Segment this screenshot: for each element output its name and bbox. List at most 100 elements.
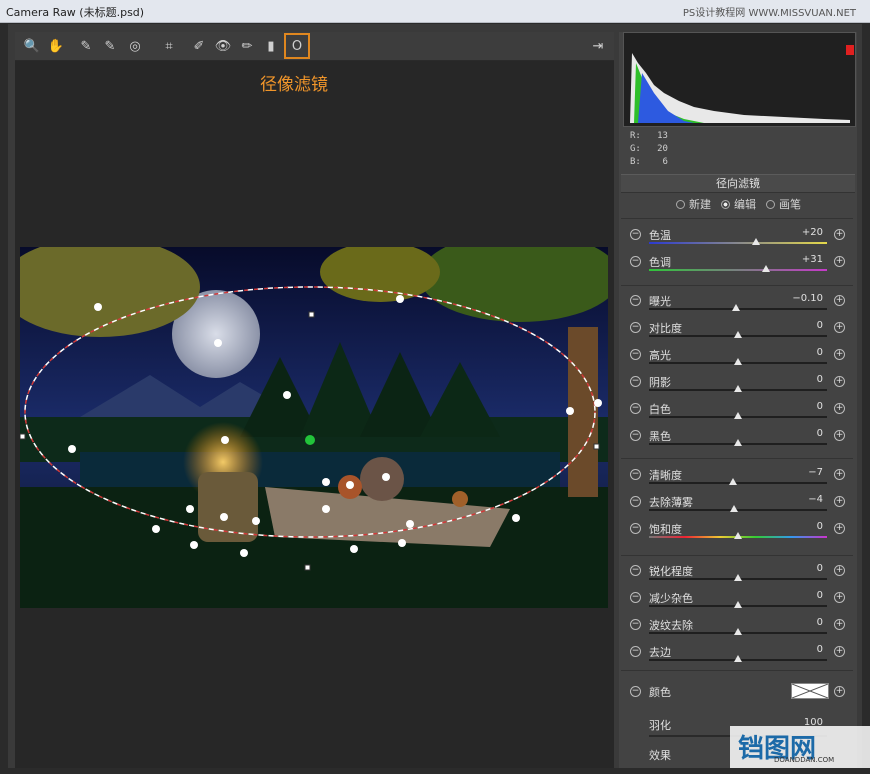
spot-removal-tool-icon[interactable]: ✐ <box>188 35 210 57</box>
radio-brush[interactable] <box>766 199 775 209</box>
exposure-slider-thumb[interactable] <box>732 304 741 311</box>
tint-track[interactable] <box>649 269 827 271</box>
b-label: B: <box>630 157 641 167</box>
clarity-track[interactable] <box>649 482 827 484</box>
exposure-value[interactable]: −0.10 <box>777 293 823 304</box>
slider-row-highlights: − 高光 0 + <box>627 347 849 374</box>
radio-edit[interactable] <box>721 199 730 209</box>
defringe-minus-icon[interactable]: − <box>630 646 641 657</box>
highlights-value[interactable]: 0 <box>777 347 823 358</box>
saturation-value[interactable]: 0 <box>777 521 823 532</box>
tint-value[interactable]: +31 <box>777 254 823 265</box>
b-value: 6 <box>662 157 668 167</box>
temp-track[interactable] <box>649 242 827 244</box>
mode-new[interactable]: 新建 <box>676 196 711 212</box>
sharpness-slider-thumb[interactable] <box>734 574 742 581</box>
sharpness-minus-icon[interactable]: − <box>630 565 641 576</box>
moire-value[interactable]: 0 <box>777 617 823 628</box>
slider-row-whites: − 白色 0 + <box>627 401 849 428</box>
noise-value[interactable]: 0 <box>777 590 823 601</box>
radial-filter-tool-icon[interactable]: O <box>284 33 310 59</box>
targeted-adjustment-tool-icon[interactable]: ◎ <box>124 35 146 57</box>
slider-row-sharpness: − 锐化程度 0 + <box>627 563 849 590</box>
shadows-slider-thumb[interactable] <box>734 385 742 392</box>
slider-row-clarity: − 清晰度 −7 + <box>627 467 849 494</box>
exposure-minus-icon[interactable]: − <box>630 295 641 306</box>
sharpness-value[interactable]: 0 <box>777 563 823 574</box>
annotation-label: 径像滤镜 <box>260 75 328 95</box>
whites-value[interactable]: 0 <box>777 401 823 412</box>
clarity-minus-icon[interactable]: − <box>630 469 641 480</box>
window-titlebar: Camera Raw (未标题.psd) PS设计教程网 WWW.MISSVUA… <box>0 0 870 23</box>
color-plus-icon[interactable]: + <box>834 686 845 697</box>
shadows-minus-icon[interactable]: − <box>630 376 641 387</box>
site-logo: 铛图网 DOANDDAN.COM <box>730 726 870 768</box>
saturation-minus-icon[interactable]: − <box>630 523 641 534</box>
whites-minus-icon[interactable]: − <box>630 403 641 414</box>
noise-slider-thumb[interactable] <box>734 601 742 608</box>
white-balance-tool-icon[interactable]: ✎ <box>75 35 97 57</box>
moire-slider-thumb[interactable] <box>734 628 742 635</box>
clarity-value[interactable]: −7 <box>777 467 823 478</box>
contrast-value[interactable]: 0 <box>777 320 823 331</box>
mode-edit[interactable]: 编辑 <box>721 196 756 212</box>
temp-minus-icon[interactable]: − <box>630 229 641 240</box>
defringe-plus-icon[interactable]: + <box>834 646 845 657</box>
red-eye-tool-icon[interactable]: 👁 <box>212 35 234 57</box>
moire-plus-icon[interactable]: + <box>834 619 845 630</box>
adjustment-brush-tool-icon[interactable]: ✏ <box>236 35 258 57</box>
window-title: Camera Raw (未标题.psd) <box>6 6 145 19</box>
shadows-label: 阴影 <box>649 376 671 389</box>
saturation-slider-thumb[interactable] <box>734 532 742 539</box>
zoom-tool-icon[interactable]: 🔍 <box>21 35 43 57</box>
dehaze-plus-icon[interactable]: + <box>834 496 845 507</box>
moire-minus-icon[interactable]: − <box>630 619 641 630</box>
noise-plus-icon[interactable]: + <box>834 592 845 603</box>
defringe-value[interactable]: 0 <box>777 644 823 655</box>
slider-row-shadows: − 阴影 0 + <box>627 374 849 401</box>
dehaze-minus-icon[interactable]: − <box>630 496 641 507</box>
temp-value[interactable]: +20 <box>777 227 823 238</box>
preview-image[interactable] <box>20 247 608 608</box>
shadows-value[interactable]: 0 <box>777 374 823 385</box>
clarity-label: 清晰度 <box>649 469 682 482</box>
crop-tool-icon[interactable]: ⌗ <box>158 35 180 57</box>
contrast-minus-icon[interactable]: − <box>630 322 641 333</box>
temp-slider-thumb[interactable] <box>751 238 760 245</box>
radio-new[interactable] <box>676 199 685 209</box>
highlights-minus-icon[interactable]: − <box>630 349 641 360</box>
color-swatch[interactable] <box>791 683 829 699</box>
contrast-plus-icon[interactable]: + <box>834 322 845 333</box>
blacks-minus-icon[interactable]: − <box>630 430 641 441</box>
shadows-plus-icon[interactable]: + <box>834 376 845 387</box>
contrast-slider-thumb[interactable] <box>734 331 742 338</box>
whites-plus-icon[interactable]: + <box>834 403 845 414</box>
tint-slider-thumb[interactable] <box>762 265 771 272</box>
graduated-filter-tool-icon[interactable]: ▮ <box>260 35 282 57</box>
blacks-plus-icon[interactable]: + <box>834 430 845 441</box>
blacks-slider-thumb[interactable] <box>734 439 742 446</box>
open-preferences-icon[interactable]: ⇥ <box>587 35 609 57</box>
noise-label: 减少杂色 <box>649 592 693 605</box>
hand-tool-icon[interactable]: ✋ <box>45 35 67 57</box>
defringe-slider-thumb[interactable] <box>734 655 742 662</box>
color-sampler-tool-icon[interactable]: ✎ <box>99 35 121 57</box>
noise-minus-icon[interactable]: − <box>630 592 641 603</box>
color-minus-icon[interactable]: − <box>630 686 641 697</box>
dehaze-value[interactable]: −4 <box>777 494 823 505</box>
mode-brush[interactable]: 画笔 <box>766 196 801 212</box>
dehaze-slider-thumb[interactable] <box>730 505 739 512</box>
whites-slider-thumb[interactable] <box>734 412 742 419</box>
highlights-plus-icon[interactable]: + <box>834 349 845 360</box>
clarity-slider-thumb[interactable] <box>728 478 737 485</box>
sharpness-plus-icon[interactable]: + <box>834 565 845 576</box>
exposure-plus-icon[interactable]: + <box>834 295 845 306</box>
tint-plus-icon[interactable]: + <box>834 256 845 267</box>
g-value: 20 <box>657 144 668 154</box>
tint-minus-icon[interactable]: − <box>630 256 641 267</box>
clarity-plus-icon[interactable]: + <box>834 469 845 480</box>
saturation-plus-icon[interactable]: + <box>834 523 845 534</box>
temp-plus-icon[interactable]: + <box>834 229 845 240</box>
highlights-slider-thumb[interactable] <box>734 358 742 365</box>
blacks-value[interactable]: 0 <box>777 428 823 439</box>
